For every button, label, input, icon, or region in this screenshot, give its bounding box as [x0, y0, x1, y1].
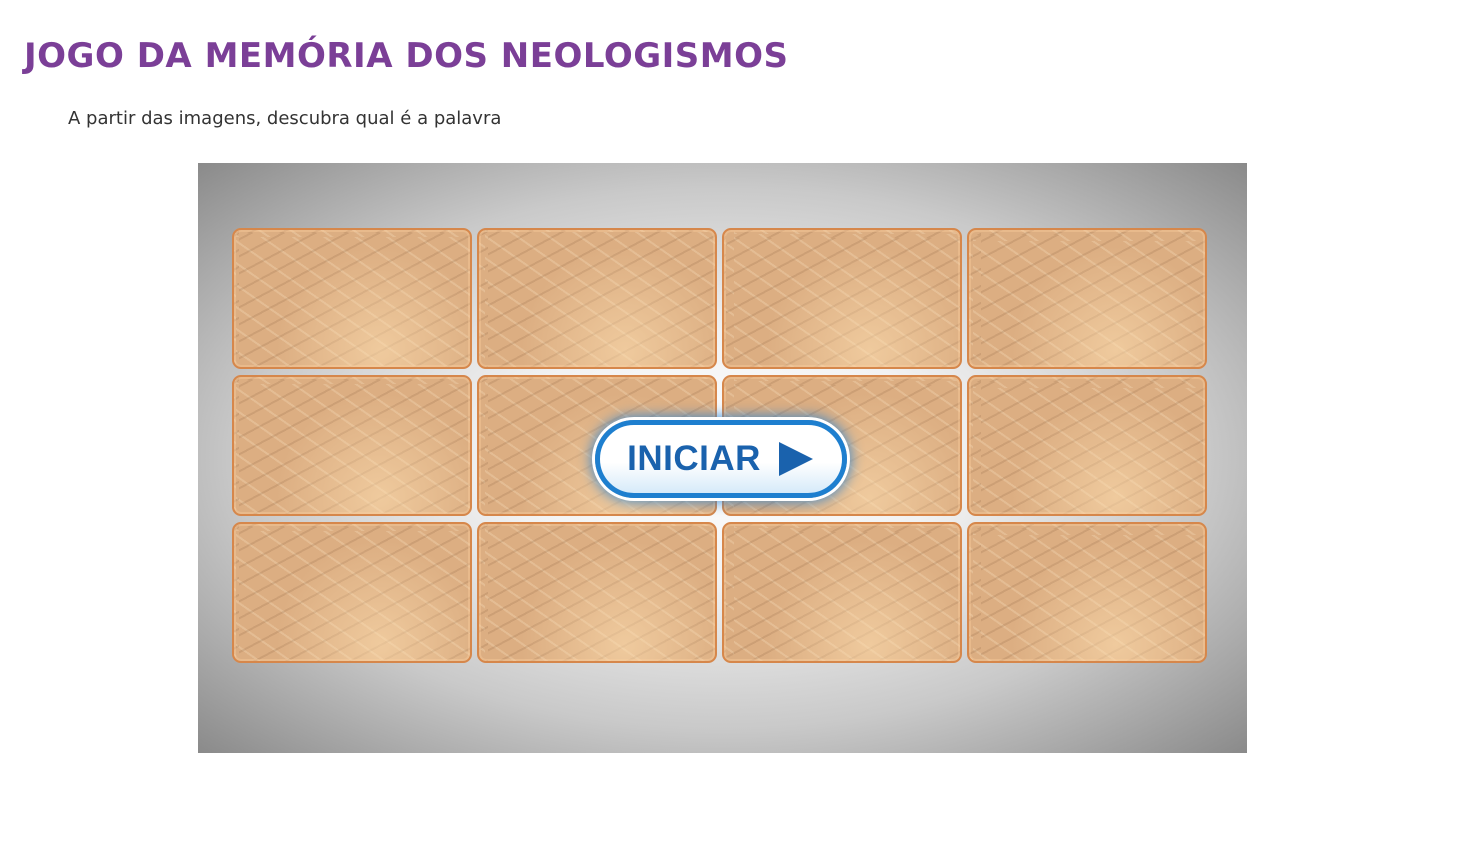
page-subtitle: A partir das imagens, descubra qual é a … [68, 108, 502, 129]
start-button-label: INICIAR [627, 439, 761, 478]
memory-card[interactable] [722, 228, 962, 369]
play-triangle-icon [778, 442, 813, 476]
memory-card[interactable] [232, 375, 472, 516]
memory-card[interactable] [232, 228, 472, 369]
start-button[interactable]: INICIAR [595, 420, 847, 498]
memory-card[interactable] [232, 522, 472, 663]
memory-card[interactable] [477, 522, 717, 663]
page-title: JOGO DA MEMÓRIA DOS NEOLOGISMOS [24, 36, 789, 76]
memory-card[interactable] [967, 228, 1207, 369]
memory-card[interactable] [967, 522, 1207, 663]
memory-card[interactable] [722, 522, 962, 663]
memory-card[interactable] [967, 375, 1207, 516]
memory-game-frame: INICIAR [198, 163, 1247, 753]
memory-card[interactable] [477, 228, 717, 369]
